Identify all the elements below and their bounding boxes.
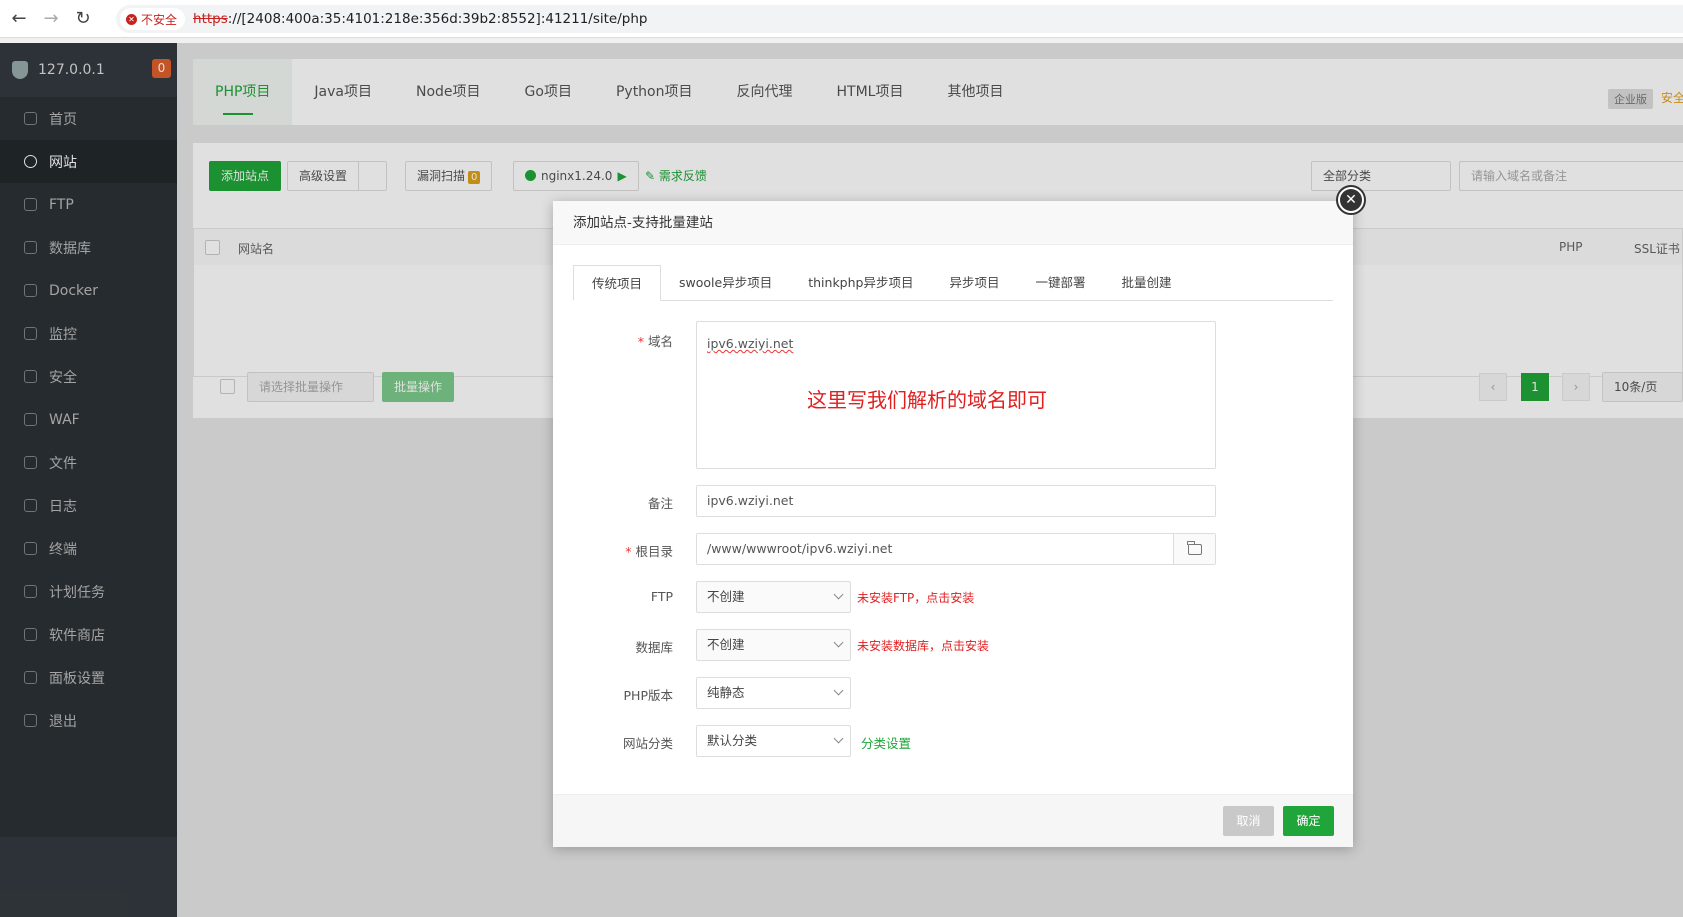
insecure-label: 不安全: [141, 12, 178, 27]
chevron-down-icon: [833, 685, 844, 696]
ftp-value: 不创建: [707, 589, 745, 604]
root-label: * 根目录: [625, 544, 673, 559]
modal-tab-1[interactable]: swoole异步项目: [661, 265, 790, 301]
insecure-badge[interactable]: ✕ 不安全: [120, 8, 186, 30]
url-rest: ://[2408:400a:35:4101:218e:356d:39b2:855…: [227, 11, 648, 27]
ftp-select[interactable]: 不创建: [696, 581, 851, 613]
domain-textarea[interactable]: ipv6.wziyi.net 这里写我们解析的域名即可: [696, 321, 1216, 469]
category-label: 网站分类: [622, 736, 673, 751]
note-label: 备注: [647, 496, 673, 511]
root-value: /www/wwwroot/ipv6.wziyi.net: [707, 541, 893, 556]
back-icon[interactable]: ←: [6, 6, 32, 32]
note-input[interactable]: ipv6.wziyi.net: [696, 485, 1216, 517]
note-row: 备注 ipv6.wziyi.net: [573, 485, 1333, 517]
add-site-modal: 添加站点-支持批量建站 ✕ 传统项目 swoole异步项目 thinkphp异步项目…: [553, 185, 1366, 847]
chevron-down-icon: [833, 589, 844, 600]
chevron-down-icon: [833, 733, 844, 744]
annotation-text: 这里写我们解析的域名即可: [807, 388, 1047, 412]
warning-icon: ✕: [126, 13, 137, 25]
address-bar[interactable]: ✕ 不安全 https://[2408:400a:35:4101:218e:35…: [116, 5, 1683, 33]
db-row: 数据库 不创建 未安装数据库，点击安装: [573, 629, 1333, 661]
modal-tabs: 传统项目 swoole异步项目 thinkphp异步项目 异步项目 一键部署 批量创建: [573, 265, 1333, 301]
modal-tab-5[interactable]: 批量创建: [1104, 265, 1190, 301]
browse-folder-button[interactable]: [1173, 534, 1215, 564]
modal-tab-2[interactable]: thinkphp异步项目: [790, 265, 931, 301]
php-row: PHP版本 纯静态: [573, 677, 1333, 709]
ftp-install-link[interactable]: 未安装FTP，点击安装: [857, 589, 974, 606]
category-select[interactable]: 默认分类: [696, 725, 851, 757]
php-value: 纯静态: [707, 685, 745, 700]
domain-row: * 域名 ipv6.wziyi.net 这里写我们解析的域名即可: [573, 321, 1333, 469]
db-value: 不创建: [707, 637, 745, 652]
close-icon: ✕: [1340, 189, 1362, 211]
reload-icon[interactable]: ↻: [70, 6, 96, 32]
root-row: * 根目录 /www/wwwroot/ipv6.wziyi.net: [573, 533, 1333, 565]
root-input[interactable]: /www/wwwroot/ipv6.wziyi.net: [696, 533, 1216, 565]
modal-tab-4[interactable]: 一键部署: [1017, 265, 1103, 301]
db-label: 数据库: [635, 640, 673, 655]
db-select[interactable]: 不创建: [696, 629, 851, 661]
modal-footer: 取消 确定: [553, 794, 1353, 847]
category-value: 默认分类: [707, 733, 758, 748]
php-label: PHP版本: [623, 688, 673, 703]
browser-toolbar: ← → ↻ ✕ 不安全 https://[2408:400a:35:4101:2…: [0, 0, 1683, 38]
modal-tab-3[interactable]: 异步项目: [931, 265, 1017, 301]
modal-title: 添加站点-支持批量建站: [553, 201, 1353, 245]
ftp-label: FTP: [650, 589, 673, 604]
db-install-link[interactable]: 未安装数据库，点击安装: [857, 637, 989, 654]
forward-icon[interactable]: →: [38, 6, 64, 32]
category-settings-link[interactable]: 分类设置: [861, 733, 911, 752]
domain-label: * 域名: [637, 334, 673, 349]
folder-icon: [1187, 540, 1202, 555]
confirm-button[interactable]: 确定: [1283, 806, 1334, 836]
url-text[interactable]: https://[2408:400a:35:4101:218e:356d:39b…: [193, 11, 647, 27]
domain-value: ipv6.wziyi.net: [707, 336, 794, 351]
modal-tab-0[interactable]: 传统项目: [573, 265, 662, 301]
ftp-row: FTP 不创建 未安装FTP，点击安装: [573, 581, 1333, 613]
url-scheme: https: [193, 11, 228, 27]
close-button[interactable]: ✕: [1336, 185, 1366, 215]
chevron-down-icon: [833, 637, 844, 648]
category-row: 网站分类 默认分类 分类设置: [573, 725, 1333, 757]
php-select[interactable]: 纯静态: [696, 677, 851, 709]
cancel-button[interactable]: 取消: [1223, 806, 1274, 836]
